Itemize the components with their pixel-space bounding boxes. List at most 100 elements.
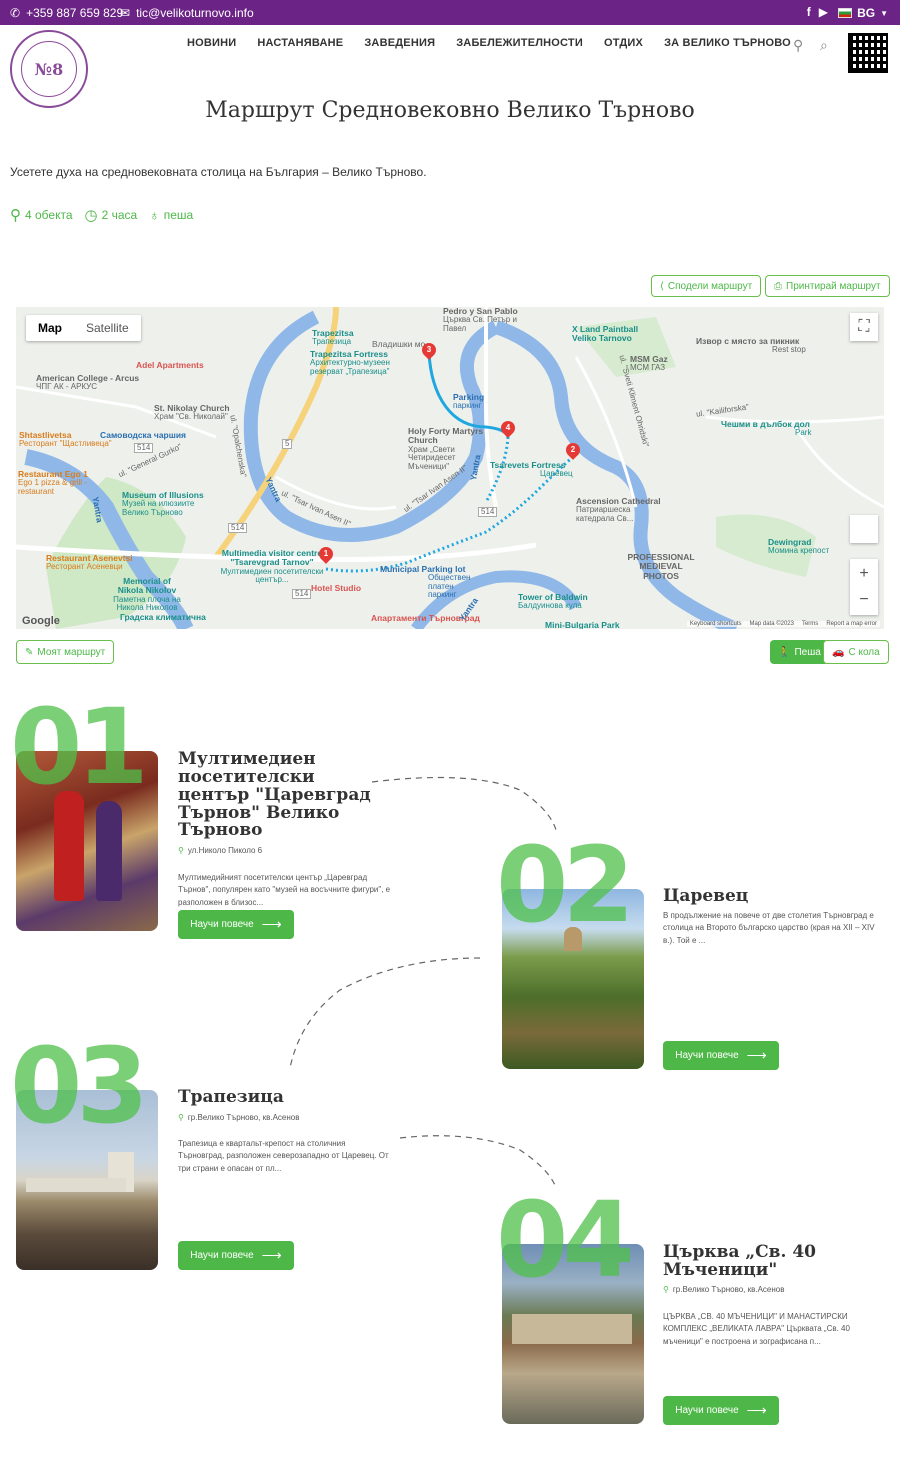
duration: ◷ 2 часа (84, 207, 138, 224)
learn-more-button-3[interactable]: Научи повече ⟶ (178, 1241, 294, 1270)
objects-count: ⚲ 4 обекта (10, 207, 73, 224)
email-link[interactable]: ✉ tic@velikoturnovo.info (120, 6, 254, 20)
map-label: St. Nikolay Church Храм "Св. Николай" (154, 403, 230, 422)
location-pin-icon: ⚲ (663, 1285, 669, 1294)
map-label: Multimedia visitor centre "Tsarevgrad Ta… (220, 548, 324, 585)
stop-desc-1: Мултимедийният посетителски център „Царе… (178, 873, 391, 907)
print-icon: ⎙ (774, 280, 782, 292)
stop-desc-2: В продължение на повече от две столетия … (663, 911, 875, 945)
stop-title-3[interactable]: Трапезица (178, 1088, 398, 1107)
road-number: 514 (228, 523, 248, 534)
nav-item-accommodation[interactable]: НАСТАНЯВАНЕ (257, 37, 343, 49)
stop-title-1[interactable]: Мултимедиен посетителски център "Царевгр… (178, 750, 388, 840)
zoom-control: + − (850, 559, 878, 615)
bulb-icon: ♁ (149, 207, 160, 223)
car-mode-button[interactable]: 🚗 С кола (823, 640, 889, 664)
learn-more-button-4[interactable]: Научи повече ⟶ (663, 1396, 779, 1425)
google-logo: Google (22, 615, 60, 627)
nav-item-venues[interactable]: ЗАВЕДЕНИЯ (364, 37, 435, 49)
stop-number-2: 02 (496, 824, 635, 946)
terms-link[interactable]: Terms (802, 621, 818, 627)
map-label: Mini-Bulgaria Park (545, 620, 620, 629)
map-label: Municipal Parking lot Обществен платен па… (380, 564, 471, 600)
location-pin-icon: ⚲ (10, 207, 21, 224)
share-route-button[interactable]: ⟨ Сподели маршрут (651, 275, 762, 297)
share-icon: ⟨ (660, 280, 664, 292)
bulgaria-flag-icon (838, 8, 853, 18)
stop-image-figure (96, 801, 122, 901)
page-title: Маршрут Средновековно Велико Търново (205, 98, 695, 123)
language-switcher[interactable]: BG ▼ (838, 6, 888, 20)
map-label: Чешми в дълбок дол Park (721, 419, 812, 438)
edit-icon: ✎ (25, 646, 34, 658)
keyboard-shortcuts-link[interactable]: Keyboard shortcuts (690, 621, 742, 627)
map-type-satellite[interactable]: Satellite (74, 315, 141, 341)
street-view-control[interactable] (850, 515, 878, 543)
map-type-map[interactable]: Map (26, 315, 74, 341)
stop-title-2[interactable]: Царевец (663, 887, 883, 906)
map-label: Градска климатична (120, 612, 206, 622)
map-label: Tower of Baldwin Балдуинова кула (518, 592, 588, 611)
map-label: Самоводска чаршия (100, 430, 187, 440)
print-route-button[interactable]: ⎙ Принтирай маршрут (765, 275, 890, 297)
caret-down-icon: ▼ (880, 8, 888, 18)
nav-item-about[interactable]: ЗА ВЕЛИКО ТЪРНОВО (664, 37, 791, 49)
walk-mode-button[interactable]: 🚶 Пеша (770, 640, 829, 664)
road-number: 514 (292, 589, 312, 600)
youtube-icon[interactable]: ▶ (819, 5, 828, 19)
phone-link[interactable]: ✆ +359 887 659 829 (10, 6, 123, 20)
map-label: Adel Apartments (136, 360, 204, 370)
qr-code (848, 33, 888, 73)
learn-more-button-1[interactable]: Научи повече ⟶ (178, 910, 294, 939)
logo-emblem: №8 (21, 41, 77, 97)
stop-desc-4: ЦЪРКВА „СВ. 40 МЪЧЕНИЦИ" И МАНАСТИРСКИ К… (663, 1312, 850, 1346)
map-label: Restaurant Asenevtsi Ресторант Асеневци (46, 553, 133, 572)
route-intro: Усетете духа на средновековната столица … (10, 165, 427, 179)
stop-address-4: ⚲ гр.Велико Търново, кв.Асенов (663, 1285, 785, 1294)
map-label: Memorial of Nikola Nikolov Паметна плоча … (113, 576, 181, 613)
map-label: Dewingrad Момина крепост (768, 537, 830, 556)
route-map[interactable]: Map Satellite ⛶ + − Trapezitsa Трапезица … (16, 307, 884, 629)
route-meta: ⚲ 4 обекта ◷ 2 часа ♁ пеша (10, 206, 193, 224)
social-links: f ▶ (807, 5, 828, 19)
map-label: X Land Paintball Veliko Tarnovo (572, 324, 639, 344)
nav-item-news[interactable]: НОВИНИ (187, 37, 236, 49)
stop-number-1: 01 (10, 686, 149, 808)
arrow-right-icon: ⟶ (746, 1402, 767, 1418)
route-pin-1[interactable]: 1 (316, 544, 336, 564)
map-label: PROFESSIONAL MEDIEVAL PHOTOS (627, 552, 695, 581)
stop-title-4[interactable]: Църква „Св. 40 Мъченици" (663, 1243, 863, 1280)
nav-item-leisure[interactable]: ОТДИХ (604, 37, 643, 49)
map-label: Извор с място за пикник Rest stop (696, 336, 806, 355)
stop-number-3: 03 (10, 1025, 149, 1147)
stop-number-4: 04 (496, 1179, 635, 1301)
map-footer: Keyboard shortcuts Map data ©2023 Terms … (686, 621, 880, 627)
map-label: Hotel Studio (311, 583, 362, 593)
stop-image-building (512, 1314, 632, 1344)
location-pin-icon: ⚲ (178, 1113, 184, 1122)
zoom-out-icon[interactable]: − (859, 587, 868, 613)
map-label: American College - Arcus ЧПГ АК - АРКУС (36, 373, 140, 392)
route-pin-3[interactable]: 3 (419, 340, 439, 360)
my-route-button[interactable]: ✎ Моят маршрут (16, 640, 115, 664)
route-pin-2[interactable]: 2 (563, 440, 583, 460)
zoom-in-icon[interactable]: + (859, 561, 868, 587)
map-type-control: Map Satellite (26, 315, 141, 341)
arrow-right-icon: ⟶ (261, 916, 282, 932)
facebook-icon[interactable]: f (807, 5, 811, 19)
location-pin-icon: ⚲ (178, 846, 184, 855)
site-logo[interactable]: №8 (10, 30, 88, 108)
mail-icon: ✉ (120, 6, 131, 20)
map-label: MSM Gaz МСМ ГАЗ (630, 354, 668, 373)
location-pin-icon[interactable]: ⚲ (793, 37, 803, 54)
nav-item-sights[interactable]: ЗАБЕЛЕЖИТЕЛНОСТИ (456, 37, 583, 49)
route-pin-4[interactable]: 4 (498, 418, 518, 438)
fullscreen-icon[interactable]: ⛶ (850, 313, 878, 341)
stop-address-3: ⚲ гр.Велико Търново, кв.Асенов (178, 1113, 300, 1122)
report-error-link[interactable]: Report a map error (826, 621, 877, 627)
stop-image-wall (26, 1178, 126, 1192)
learn-more-button-2[interactable]: Научи повече ⟶ (663, 1041, 779, 1070)
map-label: Trapezitsa Трапезица (312, 328, 354, 347)
road-number: 5 (282, 439, 293, 450)
search-icon[interactable]: ⌕ (820, 37, 828, 54)
